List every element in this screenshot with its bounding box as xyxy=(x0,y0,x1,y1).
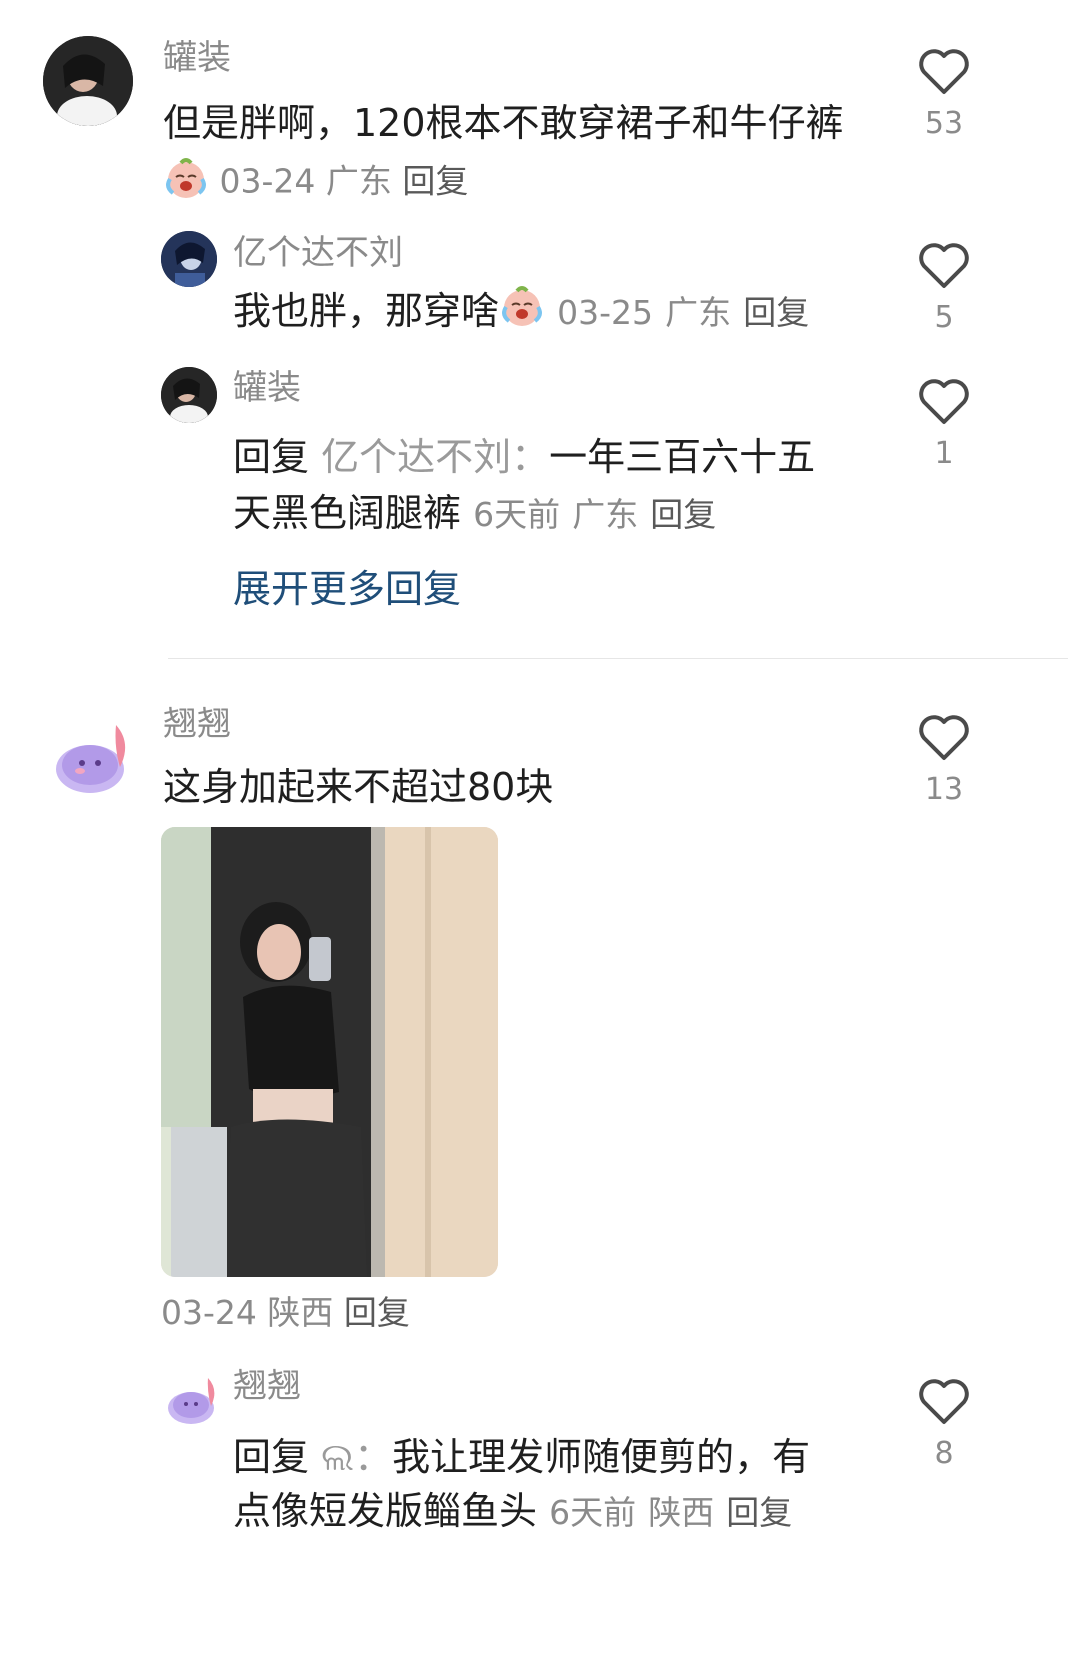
expand-more-replies-button[interactable]: 展开更多回复 xyxy=(233,566,461,612)
comment-date: 03-24 xyxy=(161,1293,257,1332)
comment-date: 03-24 xyxy=(219,161,316,201)
crying-face-emoji xyxy=(163,155,209,211)
reply-location: 广东 xyxy=(665,293,732,332)
like-button[interactable]: 1 xyxy=(904,378,984,472)
avatar[interactable] xyxy=(161,367,217,423)
like-button[interactable]: 8 xyxy=(904,1378,984,1472)
comment-location: 陕西 xyxy=(267,1293,334,1332)
reply-button[interactable]: 回复 xyxy=(743,293,809,332)
reply-date: 6天前 xyxy=(473,495,561,534)
reply-username[interactable]: 罐装 xyxy=(233,368,301,408)
reply-text-line: 回复 亿个达不刘：一年三百六十五 xyxy=(233,428,815,486)
avatar[interactable] xyxy=(165,1372,221,1428)
reply-location: 广东 xyxy=(572,495,639,534)
reply-location: 陕西 xyxy=(648,1493,715,1532)
reply-text: 点像短发版鲻鱼头 xyxy=(233,1489,538,1533)
heart-icon xyxy=(919,379,969,424)
reply-button[interactable]: 回复 xyxy=(402,162,468,201)
comment-photo[interactable] xyxy=(161,827,498,1277)
comment-meta: 03-24 广东 回复 xyxy=(163,155,468,211)
reply-text-line: 我也胖，那穿啥 03-25 广东 回复 xyxy=(233,282,809,345)
reply-username[interactable]: 翘翘 xyxy=(233,1366,301,1406)
like-count: 5 xyxy=(934,300,954,335)
avatar[interactable] xyxy=(161,231,217,287)
reply-text: 我也胖，那穿啥 xyxy=(233,289,500,333)
heart-icon xyxy=(919,49,969,94)
reply-text-line: 点像短发版鲻鱼头 6天前 陕西 回复 xyxy=(233,1482,792,1542)
like-button[interactable]: 53 xyxy=(904,48,984,142)
reply-button[interactable]: 回复 xyxy=(650,495,716,534)
comment-text: 这身加起来不超过80块 xyxy=(163,765,554,809)
divider xyxy=(168,658,1068,659)
reply-date: 6天前 xyxy=(549,1493,637,1532)
like-count: 1 xyxy=(934,436,954,471)
comment-username[interactable]: 翘翘 xyxy=(163,704,231,744)
heart-icon xyxy=(919,1379,969,1424)
crying-face-emoji xyxy=(499,283,545,345)
reply-date: 03-25 xyxy=(557,293,653,332)
reply-prefix: 回复 xyxy=(233,435,310,479)
comment-meta: 03-24 陕西 回复 xyxy=(161,1292,410,1334)
heart-icon xyxy=(919,715,969,760)
comment-text: 但是胖啊，120根本不敢穿裙子和牛仔裤 xyxy=(163,101,844,145)
reply-text-line: 天黑色阔腿裤 6天前 广东 回复 xyxy=(233,484,716,544)
heart-icon xyxy=(919,243,969,288)
reply-target-user[interactable]: ଲ： xyxy=(321,1435,392,1479)
reply-button[interactable]: 回复 xyxy=(726,1493,792,1532)
avatar[interactable] xyxy=(43,36,133,126)
comment-location: 广东 xyxy=(325,161,392,201)
avatar[interactable] xyxy=(50,715,136,801)
reply-text-line: 回复 ଲ：我让理发师随便剪的，有 xyxy=(233,1428,810,1486)
comment-username[interactable]: 罐装 xyxy=(163,38,231,78)
reply-button[interactable]: 回复 xyxy=(344,1293,410,1332)
like-button[interactable]: 5 xyxy=(904,242,984,336)
reply-username[interactable]: 亿个达不刘 xyxy=(233,233,403,273)
like-count: 8 xyxy=(934,1436,954,1471)
reply-text: 一年三百六十五 xyxy=(549,435,816,479)
like-button[interactable]: 13 xyxy=(904,714,984,808)
reply-target-user[interactable]: 亿个达不刘： xyxy=(321,435,549,479)
reply-text: 天黑色阔腿裤 xyxy=(233,491,462,535)
reply-prefix: 回复 xyxy=(233,1435,310,1479)
reply-text: 我让理发师随便剪的，有 xyxy=(392,1435,811,1479)
like-count: 53 xyxy=(924,106,964,141)
like-count: 13 xyxy=(924,772,964,807)
